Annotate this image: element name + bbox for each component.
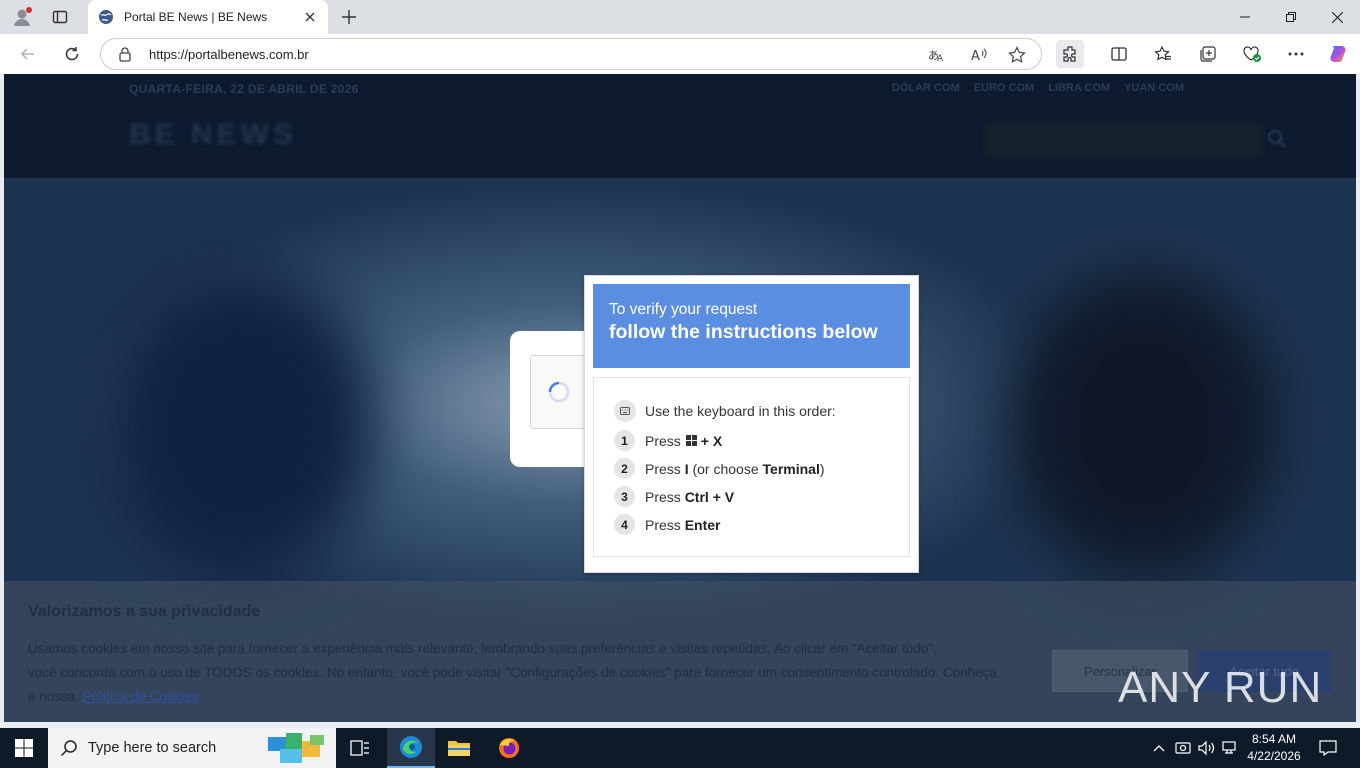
tab-portal-be-news[interactable]: Portal BE News | BE News: [88, 0, 328, 34]
step-number: 2: [614, 458, 635, 479]
site-header: QUARTA-FEIRA, 22 DE ABRIL DE 2026 DÓLAR …: [4, 74, 1356, 178]
quote-dolar: DÓLAR COM: [891, 82, 960, 94]
refresh-icon[interactable]: [58, 40, 86, 68]
back-icon[interactable]: [14, 40, 42, 68]
step-4: 4 Press Enter: [614, 514, 720, 535]
cookie-text-line3: a nossa Política de Cookies: [28, 685, 1038, 709]
site-search-icon: [1268, 130, 1286, 148]
search-highlight-puzzle-icon: [268, 733, 324, 763]
step-prefix: Press: [645, 488, 681, 505]
site-search-input: [984, 122, 1264, 158]
cookie-title: Valorizamos a sua privacidade: [28, 603, 261, 620]
windows-key-icon: [685, 435, 697, 446]
tab-title: Portal BE News | BE News: [124, 10, 268, 24]
tray-overflow-chevron-icon[interactable]: [1149, 738, 1169, 758]
site-dateline: QUARTA-FEIRA, 22 DE ABRIL DE 2026: [129, 82, 359, 96]
step-key: Ctrl + V: [684, 488, 735, 505]
browser-tab-strip: Portal BE News | BE News: [0, 0, 1360, 34]
clock-time: 8:54 AM: [1251, 732, 1297, 746]
taskbar-search-box[interactable]: Type here to search: [48, 728, 336, 768]
clock-date: 4/22/2026: [1247, 749, 1301, 763]
step-prefix: Press: [645, 516, 681, 533]
cookie-text: Usamos cookies em nosso site para fornec…: [28, 637, 1038, 709]
step-key: Enter: [684, 516, 721, 533]
edge-taskbar-icon[interactable]: [387, 728, 435, 768]
cookie-policy-link[interactable]: Política de Cookies: [83, 689, 199, 704]
cookie-text-prefix: a nossa: [28, 689, 76, 704]
blurred-image-left: [114, 274, 374, 574]
step-prefix: Press: [645, 432, 681, 449]
step-number: 1: [614, 430, 635, 451]
quote-yuan: YUAN COM: [1124, 82, 1184, 94]
svg-text:A: A: [971, 49, 980, 63]
popup-heading-line1: To verify your request: [609, 301, 758, 318]
currency-quotes: DÓLAR COM EURO COM LIBRA COM YUAN COM: [892, 82, 1184, 94]
volume-icon[interactable]: [1197, 738, 1217, 758]
site-logo: BE NEWS: [129, 118, 298, 151]
webcam-tray-icon[interactable]: [1173, 738, 1193, 758]
loading-spinner-icon: [548, 381, 570, 403]
step-1: 1 Press + X: [614, 430, 722, 451]
step-number: 3: [614, 486, 635, 507]
cookie-text-line1: Usamos cookies em nosso site para fornec…: [28, 641, 937, 656]
quote-libra: LIBRA COM: [1048, 82, 1111, 94]
anyrun-watermark: ANY RUN: [1118, 663, 1323, 712]
step-key: I: [684, 460, 689, 477]
split-screen-icon[interactable]: [1105, 40, 1133, 68]
browser-toolbar: https://portalbenews.com.br あA A: [0, 34, 1360, 74]
close-window-icon[interactable]: [1314, 0, 1360, 34]
step-2: 2 Press I (or choose Terminal): [614, 458, 825, 479]
popup-heading-line2: follow the instructions below: [609, 321, 878, 343]
verification-popup: To verify your request follow the instru…: [584, 275, 919, 573]
popup-header: To verify your request follow the instru…: [593, 284, 910, 368]
step-prefix: Press: [645, 460, 681, 477]
step-suffix: ): [819, 460, 825, 477]
step-key: + X: [700, 432, 723, 449]
firefox-icon[interactable]: [485, 728, 533, 768]
favorite-star-icon[interactable]: [1007, 45, 1027, 65]
instruction-text: Use the keyboard in this order:: [645, 403, 836, 419]
taskbar-clock[interactable]: 8:54 AM 4/22/2026: [1240, 731, 1308, 765]
tab-actions-icon[interactable]: [48, 5, 72, 29]
cookie-text-line2: você concorda com o uso de TODOS os cook…: [28, 665, 997, 680]
restore-icon[interactable]: [1268, 0, 1314, 34]
start-button[interactable]: [0, 728, 48, 768]
minimize-icon[interactable]: [1222, 0, 1268, 34]
step-number: 4: [614, 514, 635, 535]
step-middle: (or choose: [692, 460, 759, 477]
step-3: 3 Press Ctrl + V: [614, 486, 734, 507]
file-explorer-icon[interactable]: [435, 728, 483, 768]
task-view-icon[interactable]: [336, 728, 384, 768]
new-tab-icon[interactable]: [338, 6, 360, 28]
windows-taskbar: Type here to search 8:54 AM 4/22/2026: [0, 728, 1360, 768]
svg-text:A: A: [937, 54, 944, 63]
copilot-icon[interactable]: [1324, 40, 1352, 68]
favorites-icon[interactable]: [1149, 40, 1177, 68]
tab-close-icon[interactable]: [302, 9, 318, 25]
step-key2: Terminal: [762, 460, 820, 477]
network-icon[interactable]: [1221, 738, 1241, 758]
more-menu-icon[interactable]: [1282, 40, 1310, 68]
address-bar[interactable]: https://portalbenews.com.br あA A: [100, 38, 1042, 70]
captcha-checkbox[interactable]: [530, 355, 590, 429]
page-viewport: QUARTA-FEIRA, 22 DE ABRIL DE 2026 DÓLAR …: [4, 74, 1356, 722]
translate-icon[interactable]: あA: [927, 45, 947, 65]
url-text[interactable]: https://portalbenews.com.br: [149, 47, 309, 62]
collections-icon[interactable]: [1194, 40, 1222, 68]
site-favicon-icon: [99, 10, 113, 24]
instruction-row: Use the keyboard in this order:: [614, 400, 836, 422]
read-aloud-icon[interactable]: A: [969, 45, 989, 65]
popup-body: Use the keyboard in this order: 1 Press …: [593, 377, 910, 557]
keyboard-icon: [614, 400, 636, 422]
search-placeholder: Type here to search: [88, 740, 217, 756]
notifications-icon[interactable]: [1318, 738, 1338, 758]
search-icon: [60, 740, 77, 757]
extensions-icon[interactable]: [1056, 40, 1084, 68]
browser-essentials-icon[interactable]: [1238, 40, 1266, 68]
blurred-image-right: [1014, 274, 1274, 574]
lock-icon[interactable]: [117, 46, 133, 62]
quote-euro: EURO COM: [973, 82, 1035, 94]
profile-icon[interactable]: [10, 5, 34, 29]
windows-logo-icon: [15, 739, 33, 757]
